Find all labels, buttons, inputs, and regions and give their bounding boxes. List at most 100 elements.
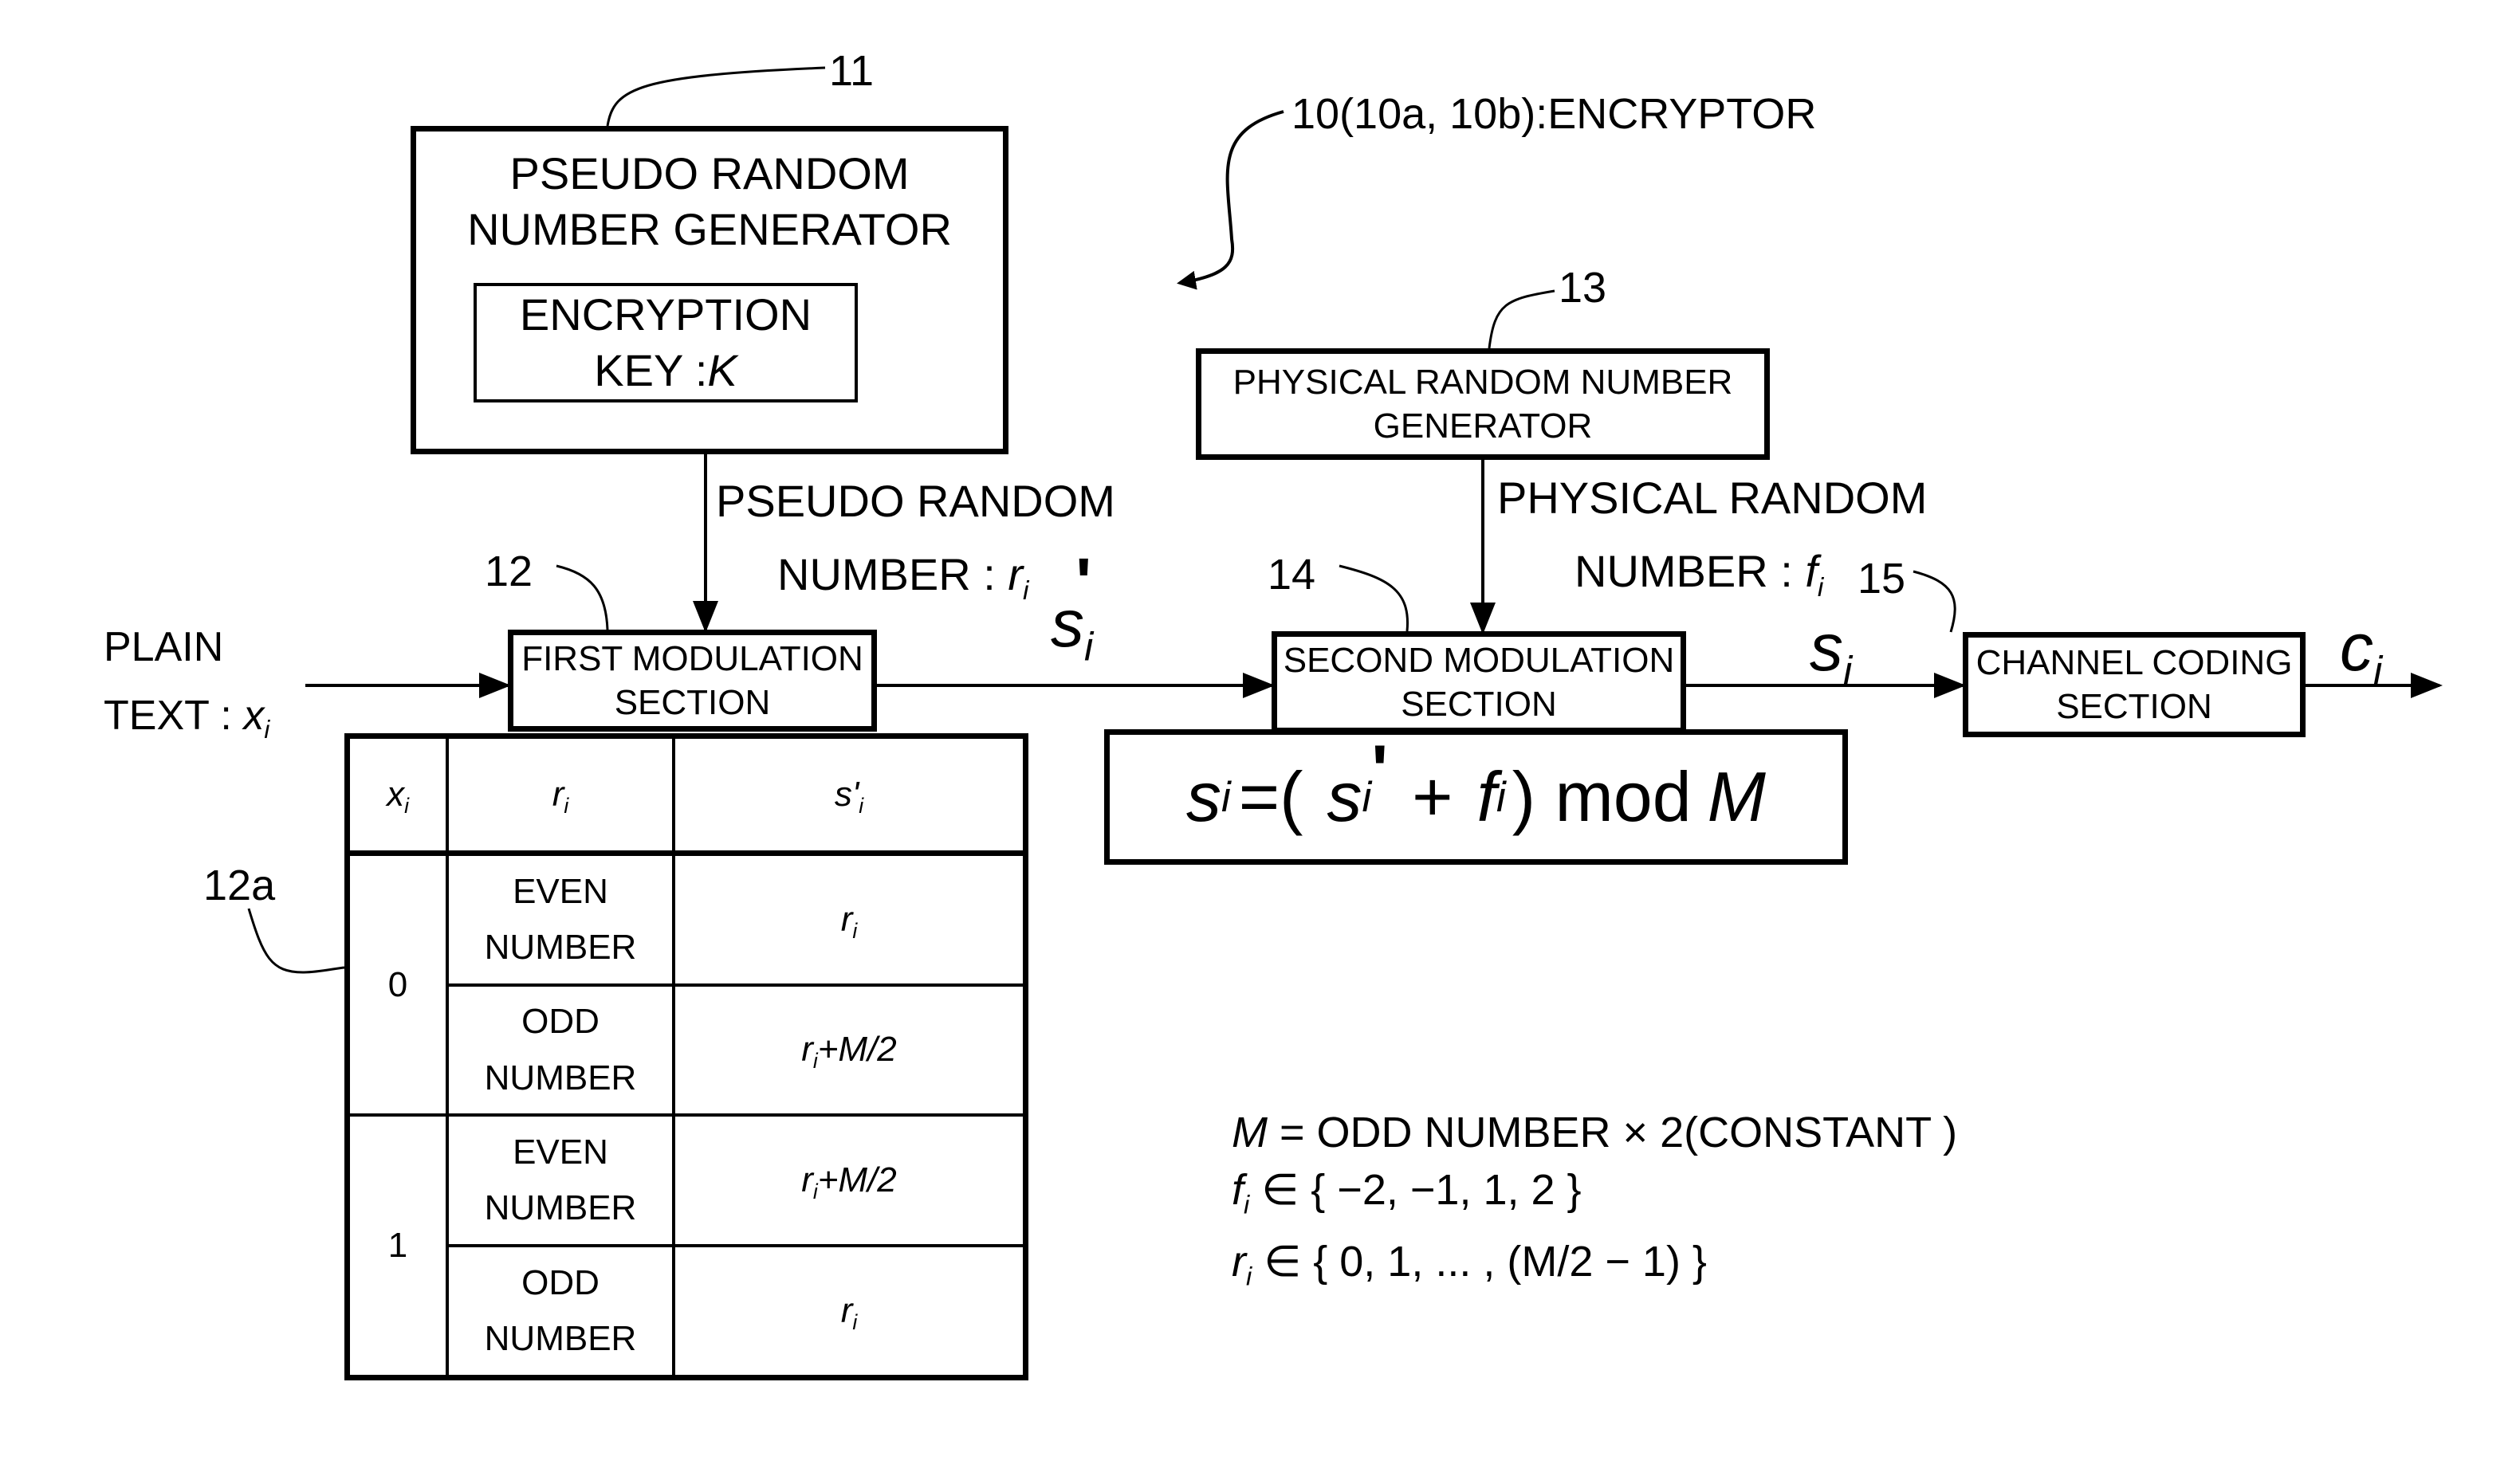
s-value-cell: ri: [672, 851, 1028, 987]
s-symbol: s: [1810, 610, 1843, 685]
formula-term2-subscript: i: [1496, 773, 1506, 821]
plain-text-label-line2: TEXT : xi: [104, 692, 269, 744]
physical-prefix: NUMBER :: [1575, 546, 1793, 596]
s-value-cell: ri: [672, 1244, 1028, 1380]
leader-12: [556, 564, 609, 630]
r-parity-line1: ODD: [521, 1002, 600, 1042]
header-s-text: s': [834, 774, 859, 814]
ref-11: 11: [829, 47, 875, 95]
second-modulation-section-block: SECOND MODULATION SECTION: [1272, 631, 1686, 733]
leader-11: [606, 66, 826, 127]
constant-m-symbol: M: [1232, 1109, 1268, 1156]
formula-term1-subscript: i: [1362, 773, 1372, 821]
phys-rng-line2: GENERATOR: [1373, 406, 1593, 446]
pseudo-prefix: NUMBER :: [777, 549, 996, 599]
r-parity-line2: NUMBER: [484, 1058, 637, 1097]
first-mod-line1: FIRST MODULATION: [521, 639, 863, 678]
plain-text-prefix: TEXT :: [104, 693, 232, 739]
ref-12a: 12a: [203, 862, 276, 909]
r-parity-line2: NUMBER: [484, 927, 637, 967]
s-value-base: r: [801, 1030, 813, 1070]
table-row: 1 EVEN NUMBER ri+M/2: [345, 1113, 1028, 1380]
leader-10-arrow: [1177, 110, 1284, 290]
formula-term2: f: [1476, 757, 1496, 836]
x-value-cell: 0: [345, 851, 449, 1117]
plain-text-label-line1: PLAIN: [104, 624, 224, 670]
leader-12a: [247, 908, 345, 974]
r-parity-cell: ODD NUMBER: [446, 983, 675, 1117]
first-modulation-section-block: FIRST MODULATION SECTION: [508, 630, 877, 732]
channel-coding-section-block: CHANNEL CODING SECTION: [1963, 632, 2306, 737]
plain-text-symbol: x: [243, 693, 265, 739]
r-parity-cell: ODD NUMBER: [446, 1244, 675, 1380]
physical-random-number-generator-block: PHYSICAL RANDOM NUMBER GENERATOR: [1196, 348, 1770, 460]
pseudo-random-label-line1: PSEUDO RANDOM: [716, 476, 1115, 526]
constants-definitions: M = ODD NUMBER × 2(CONSTANT ) fi ∈ { −2,…: [1232, 1104, 1957, 1305]
ref-12: 12: [485, 548, 533, 595]
channel-coding-line1: CHANNEL CODING: [1976, 643, 2293, 682]
mapping-table: xi ri s'i 0 EVEN NUMBER ri ODD NUMBER ri+M…: [344, 733, 1028, 1380]
prng-title-line1: PSEUDO RANDOM: [509, 148, 910, 198]
constant-r-symbol: r: [1232, 1238, 1246, 1286]
formula-modulus: M: [1707, 757, 1766, 836]
s-prime-subscript: i: [1084, 623, 1094, 669]
pseudo-random-label-line2: NUMBER : ri: [777, 548, 1028, 607]
table-row: ODD NUMBER ri: [348, 1244, 1028, 1380]
constant-f-symbol: f: [1232, 1166, 1244, 1214]
leader-15: [1913, 570, 1956, 633]
r-parity-line2: NUMBER: [484, 1188, 637, 1228]
c-symbol: c: [2340, 610, 2373, 685]
prng-title-line2: NUMBER GENERATOR: [467, 204, 952, 254]
r-parity-line2: NUMBER: [484, 1319, 637, 1359]
pseudo-symbol: r: [1008, 549, 1024, 599]
second-mod-line2: SECTION: [1401, 685, 1557, 724]
leader-14: [1339, 564, 1409, 632]
constant-r-text: ∈ { 0, 1, ... , (M/2 − 1) }: [1252, 1238, 1707, 1286]
header-r: ri: [446, 734, 675, 856]
formula-lhs: s: [1186, 757, 1222, 836]
formula-mod: ) mod: [1512, 757, 1692, 836]
physical-random-label-line2: NUMBER : fi: [1575, 545, 1823, 603]
constant-m-definition: M = ODD NUMBER × 2(CONSTANT ): [1232, 1104, 1957, 1161]
key-symbol: K: [707, 345, 737, 395]
c-signal-label: ci: [2340, 614, 2382, 691]
constant-f-definition: fi ∈ { −2, −1, 1, 2 }: [1232, 1161, 1957, 1233]
table-header-row: xi ri s'i: [345, 734, 1028, 856]
first-mod-line2: SECTION: [614, 683, 771, 722]
header-x-text: x: [387, 774, 405, 814]
pseudo-subscript: i: [1023, 575, 1029, 606]
formula-box: si =( s i ' + fi ) mod M: [1104, 729, 1848, 865]
s-subscript: i: [1843, 647, 1853, 693]
r-parity-line1: EVEN: [513, 871, 608, 911]
key-prefix: KEY :: [594, 345, 708, 395]
s-value-cell: ri+M/2: [672, 983, 1028, 1117]
s-value-base: r: [840, 899, 853, 939]
formula-term1-prime: ': [1371, 730, 1389, 809]
physical-random-label-line1: PHYSICAL RANDOM: [1497, 473, 1928, 523]
formula-plus: +: [1412, 757, 1453, 836]
s-value-cell: ri+M/2: [672, 1113, 1028, 1248]
second-mod-line1: SECOND MODULATION: [1283, 641, 1675, 680]
s-signal-label: si: [1810, 614, 1852, 691]
encryption-key-box: ENCRYPTION KEY :K: [474, 283, 858, 402]
formula-lhs-subscript: i: [1221, 773, 1231, 821]
ref-13: 13: [1559, 264, 1607, 312]
prng-title: PSEUDO RANDOM NUMBER GENERATOR: [416, 146, 1003, 257]
c-subscript: i: [2373, 647, 2383, 693]
formula-term1: s: [1327, 757, 1362, 836]
header-x: xi: [345, 734, 449, 856]
physical-symbol: f: [1805, 546, 1818, 596]
channel-coding-line2: SECTION: [2056, 687, 2212, 726]
ref-15: 15: [1858, 555, 1906, 603]
s-prime-mark: ': [1075, 544, 1092, 619]
s-value-base: r: [840, 1290, 853, 1330]
plain-text-subscript: i: [264, 715, 270, 744]
ref-14: 14: [1268, 551, 1316, 599]
constant-f-text: ∈ { −2, −1, 1, 2 }: [1249, 1166, 1582, 1214]
pseudo-random-number-generator-block: PSEUDO RANDOM NUMBER GENERATOR ENCRYPTIO…: [411, 126, 1008, 454]
s-value-base: r: [801, 1160, 813, 1200]
encryption-key-line1: ENCRYPTION: [519, 289, 812, 340]
s-prime-signal-label: si': [1051, 548, 1109, 669]
table-row: ODD NUMBER ri+M/2: [348, 983, 1028, 1117]
ref-encryptor: 10(10a, 10b):ENCRYPTOR: [1291, 90, 1817, 138]
